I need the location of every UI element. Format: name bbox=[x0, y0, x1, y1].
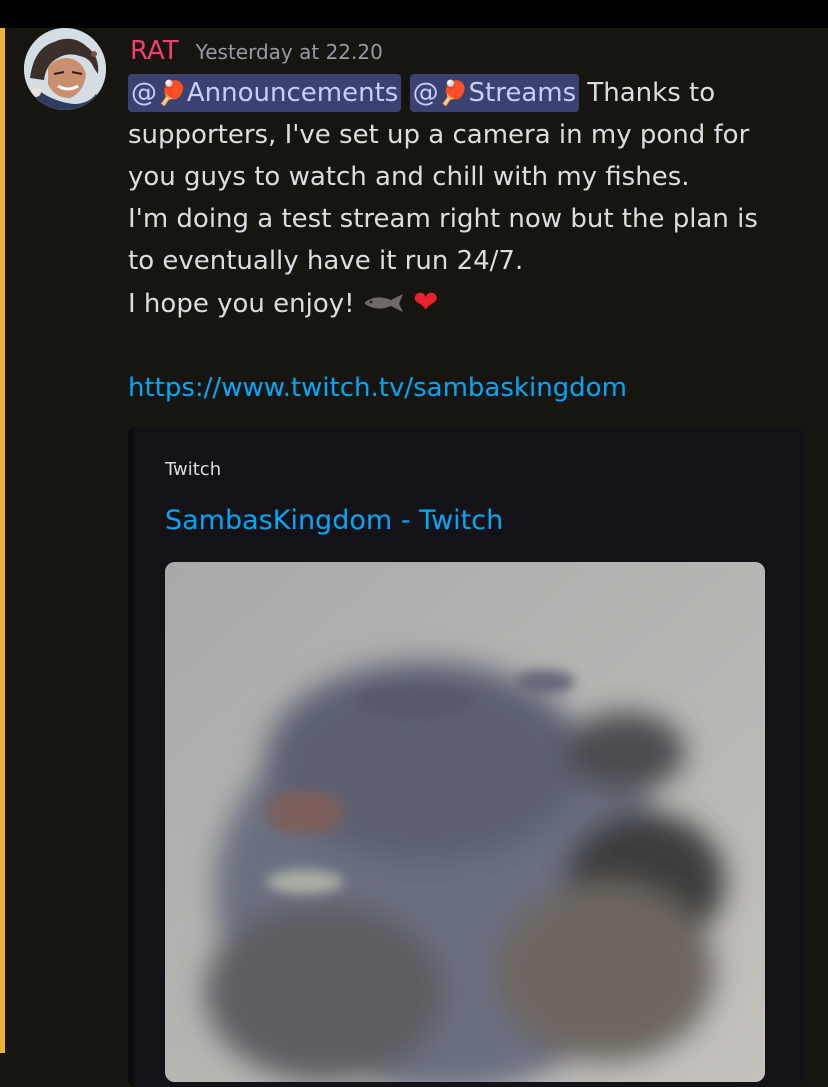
mention-prefix: @ bbox=[412, 78, 439, 108]
message-line-6: I hope you enjoy! ❤ bbox=[128, 282, 808, 325]
chat-message: RAT Yesterday at 22.20 @🏓Announcements ​ … bbox=[5, 28, 828, 1087]
message-line-4: I'm doing a test stream right now but th… bbox=[128, 204, 758, 234]
message-text: Thanks to bbox=[579, 78, 716, 108]
user-avatar[interactable] bbox=[24, 28, 106, 110]
mention-streams[interactable]: @🏓Streams bbox=[409, 74, 580, 112]
message-line-1: @🏓Announcements ​ @🏓Streams Thanks to bbox=[128, 72, 808, 114]
message-line-3: you guys to watch and chill with my fish… bbox=[128, 162, 690, 192]
message-line-5: to eventually have it run 24/7. bbox=[128, 246, 524, 276]
message-timestamp[interactable]: Yesterday at 22.20 bbox=[196, 40, 383, 64]
mention-label: Streams bbox=[468, 78, 577, 108]
message-line-2: supporters, I've set up a camera in my p… bbox=[128, 120, 750, 150]
pond-fish-image bbox=[165, 562, 765, 1082]
ping-pong-icon: 🏓 bbox=[157, 79, 187, 107]
author-username[interactable]: RAT bbox=[130, 36, 179, 66]
mention-announcements[interactable]: @🏓Announcements bbox=[128, 74, 402, 112]
top-bar bbox=[0, 0, 828, 28]
avatar-image bbox=[24, 28, 106, 110]
twitch-link[interactable]: https://www.twitch.tv/sambaskingdom bbox=[128, 373, 627, 403]
embed-thumbnail[interactable] bbox=[165, 562, 765, 1082]
message-content: @🏓Announcements ​ @🏓Streams Thanks to sup… bbox=[128, 72, 808, 409]
ping-pong-icon: 🏓 bbox=[438, 79, 469, 107]
message-header: RAT Yesterday at 22.20 bbox=[130, 36, 383, 70]
embed-provider[interactable]: Twitch bbox=[165, 459, 221, 480]
message-link-line: https://www.twitch.tv/sambaskingdom bbox=[128, 367, 808, 409]
fish-icon[interactable] bbox=[363, 292, 405, 314]
message-text: I hope you enjoy! bbox=[128, 289, 355, 319]
mention-label: Announcements bbox=[186, 78, 399, 108]
embed-title[interactable]: SambasKingdom - Twitch bbox=[165, 505, 503, 536]
mention-prefix: @ bbox=[131, 78, 157, 108]
heart-icon[interactable]: ❤ bbox=[413, 285, 438, 320]
link-embed: Twitch SambasKingdom - Twitch bbox=[128, 427, 805, 1087]
